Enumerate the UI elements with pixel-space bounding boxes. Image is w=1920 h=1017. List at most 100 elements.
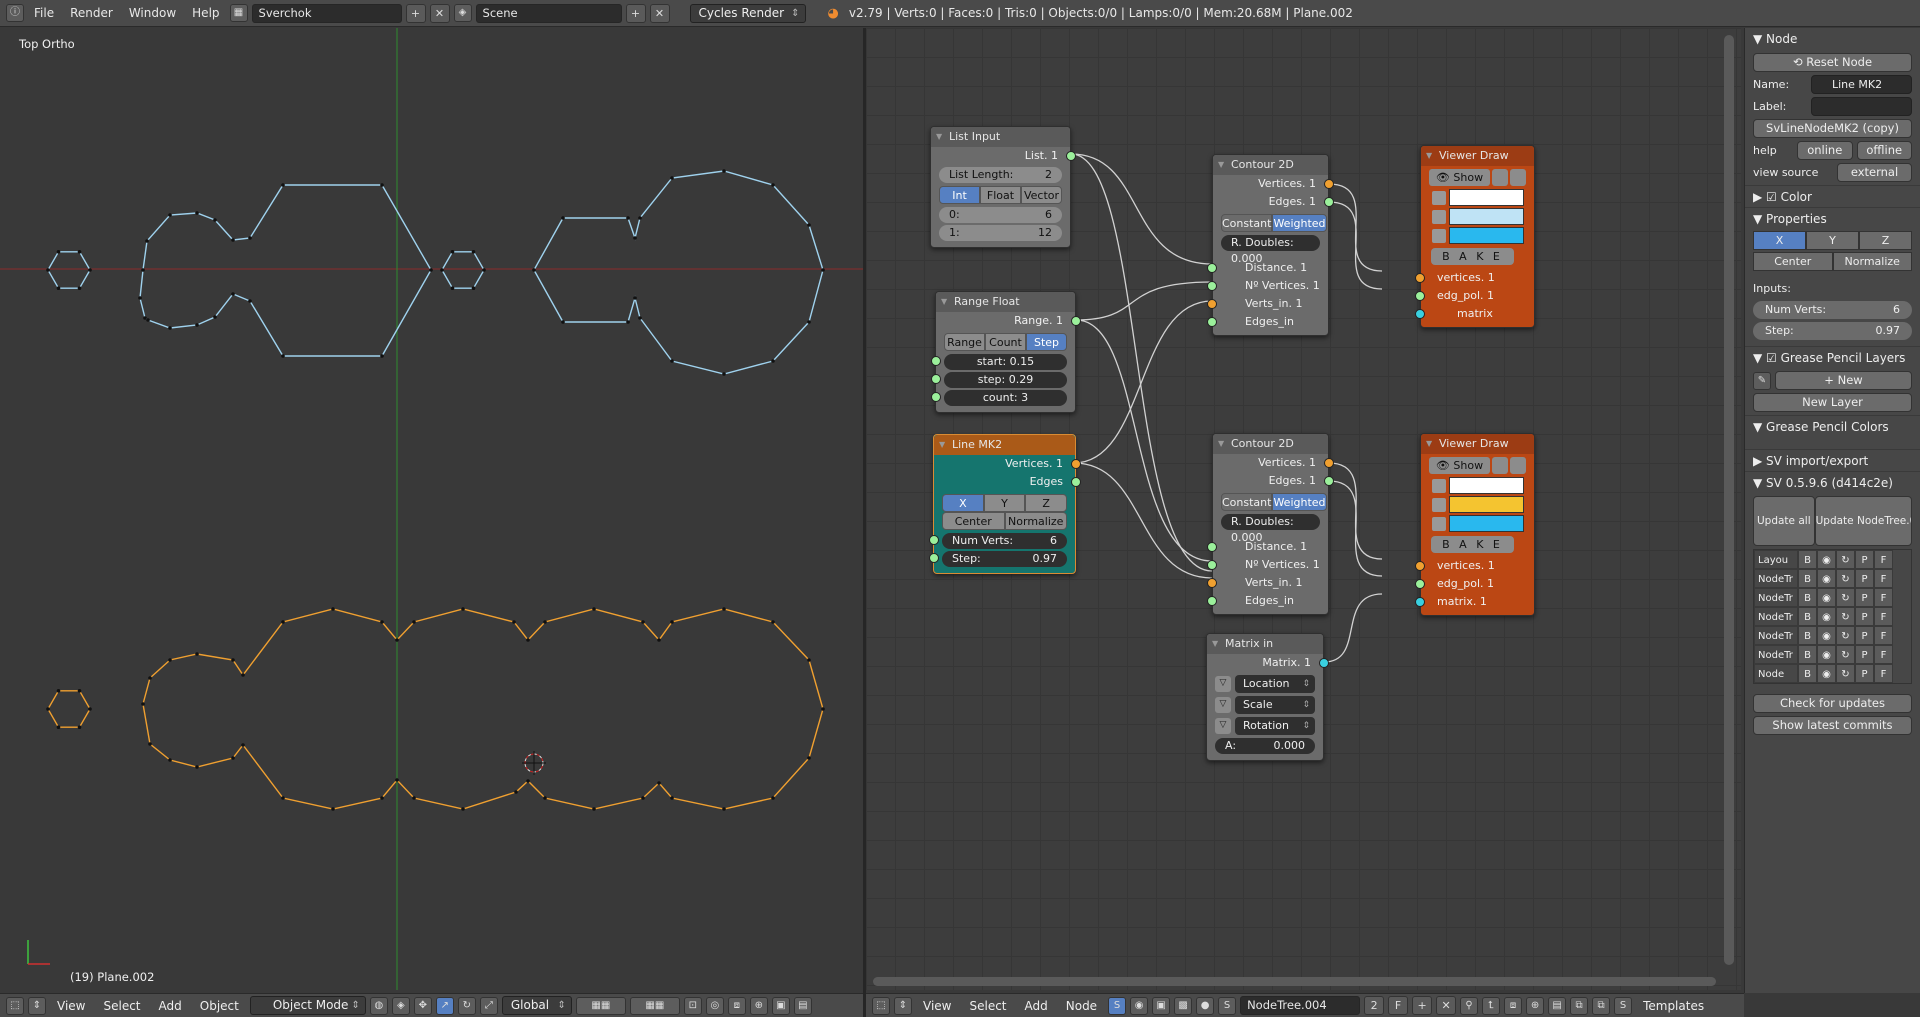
socket[interactable] — [929, 535, 939, 545]
editor-type-icon[interactable]: ⬚ — [872, 996, 890, 1015]
new-tree-icon[interactable]: + — [1412, 996, 1433, 1015]
layout-row[interactable]: NodeTr B ◉ ↻ P F — [1754, 588, 1911, 607]
layers-icon[interactable]: ▦▦ — [575, 996, 626, 1015]
update-icon[interactable]: ↻ — [1836, 588, 1855, 607]
toggle-menus-icon[interactable]: ⇕ — [894, 996, 912, 1015]
pencil-icon[interactable]: ✎ — [1753, 371, 1771, 390]
weighted-button[interactable]: Weighted — [1272, 214, 1327, 232]
expand-icon[interactable]: ▽ — [1215, 676, 1231, 692]
color-swatch-2[interactable] — [1432, 496, 1524, 513]
process-toggle[interactable]: P — [1855, 588, 1874, 607]
fake-user-toggle[interactable]: F — [1874, 588, 1893, 607]
parent-tree-icon[interactable]: ⮤ — [1482, 996, 1501, 1015]
process-toggle[interactable]: P — [1855, 645, 1874, 664]
shading-toggle-icon[interactable] — [1492, 457, 1508, 474]
tree-type-texture-icon[interactable]: ▩ — [1174, 996, 1193, 1015]
scale-icon[interactable]: ⤢ — [479, 996, 498, 1015]
sv-version-header[interactable]: ▼ SV 0.5.9.6 (d414c2e) — [1745, 471, 1920, 493]
node-title[interactable]: Line MK2 — [934, 435, 1075, 455]
add-scene-icon[interactable]: + — [625, 3, 646, 23]
node-list-input[interactable]: List Input List. 1 List Length:2 Int Flo… — [930, 126, 1076, 248]
node-editor-hscroll[interactable] — [873, 977, 1716, 986]
mode-int-button[interactable]: Int — [939, 186, 980, 204]
menu-select[interactable]: Select — [96, 999, 147, 1013]
pin-icon[interactable]: ⚲ — [1460, 996, 1479, 1015]
remove-scene-icon[interactable]: ✕ — [649, 3, 670, 23]
fake-user-toggle[interactable]: F — [1874, 645, 1893, 664]
rotate-icon[interactable]: ↻ — [457, 996, 476, 1015]
backdrop-icon[interactable]: ▤ — [1548, 996, 1567, 1015]
show-latest-commits-button[interactable]: Show latest commits — [1753, 716, 1912, 735]
socket[interactable] — [1324, 476, 1334, 486]
3d-viewport[interactable]: Top Ortho (19) Plane.002 — [0, 28, 863, 990]
axis-y-button[interactable]: Y — [983, 494, 1026, 512]
opengl-icon[interactable]: ▤ — [793, 996, 812, 1015]
normalize-toggle[interactable]: Normalize — [1004, 512, 1067, 530]
socket[interactable] — [1071, 316, 1081, 326]
manipulator-icon[interactable]: ✥ — [413, 996, 432, 1015]
node-viewer-draw-a[interactable]: Viewer Draw 👁 Show B A K E vertices. 1 e… — [1415, 145, 1535, 328]
nodetree-name-field[interactable]: NodeTree.004 — [1240, 996, 1361, 1015]
show-toggle[interactable]: 👁 Show — [1429, 169, 1490, 186]
pivot-icon[interactable]: ◈ — [391, 996, 410, 1015]
new-layer-button[interactable]: New Layer — [1753, 393, 1912, 412]
node-contour-2d-b[interactable]: Contour 2D Vertices. 1 Edges. 1 Constant… — [1207, 433, 1334, 615]
layers-icon-2[interactable]: ▦▦ — [629, 996, 680, 1015]
socket[interactable] — [1207, 578, 1217, 588]
node-range-float[interactable]: Range Float Range. 1 Range Count Step st… — [931, 291, 1081, 413]
menu-add[interactable]: Add — [1018, 999, 1055, 1013]
angle-field[interactable]: A: 0.000 — [1215, 738, 1315, 754]
tree-type-sverchok-icon[interactable]: S — [1108, 996, 1127, 1015]
menu-view[interactable]: View — [50, 999, 92, 1013]
process-toggle[interactable]: P — [1855, 664, 1874, 683]
bake-toggle[interactable]: B — [1798, 645, 1817, 664]
node-title[interactable]: Viewer Draw — [1421, 434, 1534, 454]
shading-toggle-icon[interactable] — [1492, 169, 1508, 186]
node-title[interactable]: Matrix in — [1207, 634, 1323, 654]
orientation-select[interactable]: Global — [501, 996, 572, 1015]
check-updates-button[interactable]: Check for updates — [1753, 694, 1912, 713]
eye-icon[interactable]: ◉ — [1817, 588, 1836, 607]
remove-screen-icon[interactable]: ✕ — [429, 3, 450, 23]
scene-icon[interactable]: ◈ — [453, 4, 472, 22]
bake-toggle[interactable]: B — [1798, 607, 1817, 626]
color-swatch-3[interactable] — [1432, 227, 1524, 244]
snap-icon[interactable]: ⧈ — [727, 996, 746, 1015]
fake-user-toggle[interactable]: F — [1874, 607, 1893, 626]
socket[interactable] — [1207, 542, 1217, 552]
num-verts-field[interactable]: Num Verts: 6 — [929, 533, 1067, 549]
axis-x-button[interactable]: X — [1753, 231, 1806, 250]
update-nodetree-button[interactable]: Update NodeTree.0... — [1814, 496, 1912, 546]
fake-user-toggle[interactable]: F — [1388, 996, 1409, 1015]
location-select[interactable]: Location — [1235, 675, 1315, 693]
bake-button[interactable]: B A K E — [1431, 536, 1514, 553]
update-icon[interactable]: ↻ — [1836, 626, 1855, 645]
proportional-icon[interactable]: ◎ — [705, 996, 724, 1015]
weighted-button[interactable]: Weighted — [1272, 493, 1327, 511]
list-length-field[interactable]: List Length: 2 — [939, 167, 1062, 183]
users-count[interactable]: 2 — [1364, 996, 1385, 1015]
help-online-button[interactable]: online — [1797, 141, 1853, 160]
socket[interactable] — [1207, 263, 1217, 273]
start-field[interactable]: start: 0.15 — [931, 354, 1067, 370]
socket[interactable] — [1071, 459, 1081, 469]
socket[interactable] — [1324, 197, 1334, 207]
socket[interactable] — [1207, 281, 1217, 291]
snap-icon[interactable]: ⧈ — [1504, 996, 1523, 1015]
tree-type-compositor-icon[interactable]: ▣ — [1152, 996, 1171, 1015]
translate-icon[interactable]: ↗ — [435, 996, 454, 1015]
color-panel-header[interactable]: ▶ ☑ Color — [1745, 185, 1920, 207]
bake-toggle[interactable]: B — [1798, 588, 1817, 607]
layout-row[interactable]: NodeTr B ◉ ↻ P F — [1754, 607, 1911, 626]
mode-range-button[interactable]: Range — [944, 333, 985, 351]
process-toggle[interactable]: P — [1855, 626, 1874, 645]
lock-icon[interactable]: ⊡ — [683, 996, 702, 1015]
tree-type-other-icon[interactable]: ● — [1196, 996, 1215, 1015]
render-engine-select[interactable]: Cycles Render — [689, 3, 806, 23]
mode-float-button[interactable]: Float — [980, 186, 1021, 204]
view-source-external-button[interactable]: external — [1837, 163, 1912, 182]
menu-render[interactable]: Render — [64, 6, 119, 20]
bake-toggle[interactable]: B — [1798, 664, 1817, 683]
rdoubles-field[interactable]: R. Doubles: 0.000 — [1221, 514, 1320, 544]
eye-icon[interactable]: ◉ — [1817, 626, 1836, 645]
